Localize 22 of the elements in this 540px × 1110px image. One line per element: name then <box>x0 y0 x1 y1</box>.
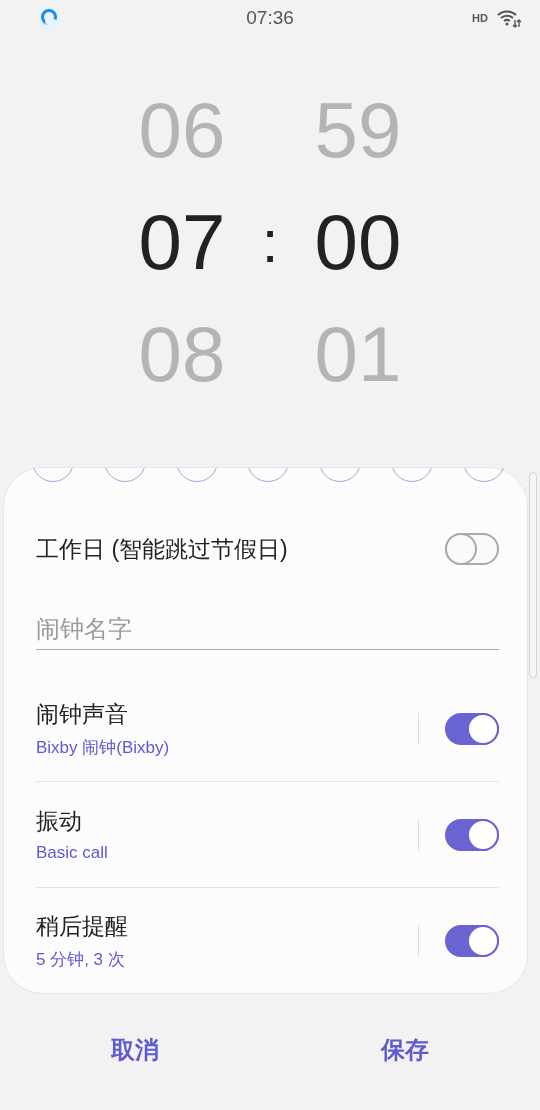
save-button[interactable]: 保存 <box>300 1025 510 1074</box>
setting-value[interactable]: Bixby 闹钟(Bixby) <box>36 735 418 759</box>
setting-value[interactable]: 5 分钟, 3 次 <box>36 948 418 971</box>
cancel-button[interactable]: 取消 <box>30 1025 240 1074</box>
setting-value[interactable]: Basic call <box>36 843 418 863</box>
toggle-switch[interactable] <box>445 925 499 957</box>
wifi-icon <box>496 8 522 28</box>
setting-title: 稍后提醒 <box>36 912 129 941</box>
workday-label: 工作日 (智能跳过节假日) <box>36 534 289 564</box>
setting-title: 振动 <box>36 807 83 836</box>
toggle-switch[interactable] <box>445 533 499 565</box>
network-label: HD <box>472 12 488 24</box>
hour-value[interactable]: 07 <box>138 203 226 281</box>
time-separator: : <box>261 212 279 272</box>
app-icon <box>38 7 60 29</box>
toggle-switch[interactable] <box>445 712 499 745</box>
setting-title: 闹钟声音 <box>36 699 129 729</box>
scroll-bar[interactable] <box>529 472 537 678</box>
minute-value[interactable]: 00 <box>314 203 402 281</box>
toggle-switch[interactable] <box>445 818 499 851</box>
clock-time: 07:36 <box>245 7 295 29</box>
alarm-name-field[interactable]: 闹钟名字 <box>36 615 499 650</box>
